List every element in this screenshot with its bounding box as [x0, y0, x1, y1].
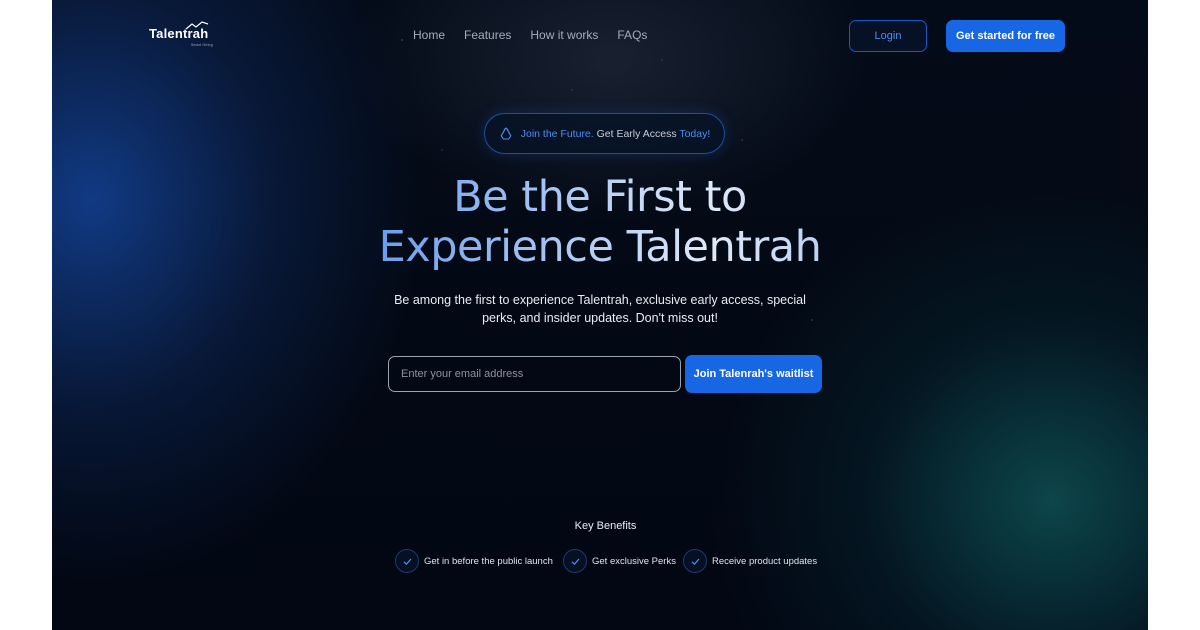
benefit-item: Get exclusive Perks [563, 548, 676, 574]
login-button[interactable]: Login [849, 20, 927, 52]
hero-subtitle: Be among the first to experience Talentr… [394, 293, 806, 325]
nav-item-features[interactable]: Features [464, 28, 511, 42]
early-access-badge: Join the Future. Get Early Access Today! [484, 113, 725, 154]
nav-item-faqs[interactable]: FAQs [617, 28, 647, 42]
nav-item-how-it-works[interactable]: How it works [530, 28, 598, 42]
get-started-button[interactable]: Get started for free [946, 20, 1065, 52]
benefit-label: Get in before the public launch [424, 555, 553, 567]
recycle-icon [500, 126, 512, 140]
hero-title: Be the First to Experience Talentrah [52, 172, 1148, 272]
benefit-label: Receive product updates [712, 555, 818, 567]
badge-text-part2: Get Early Access [596, 127, 677, 140]
check-icon [683, 549, 707, 573]
badge-text: Join the Future. Get Early Access Today! [521, 128, 711, 140]
email-field[interactable] [388, 356, 681, 392]
badge-text-part1: Join the Future. [520, 127, 594, 140]
join-waitlist-button[interactable]: Join Talenrah's waitlist [685, 355, 822, 393]
check-icon [563, 549, 587, 573]
hero-title-line2: Experience Talentrah [378, 222, 822, 272]
benefits-title: Key Benefits [574, 520, 637, 532]
badge-text-part3: Today! [679, 127, 711, 140]
benefit-label: Get exclusive Perks [592, 555, 676, 567]
benefit-item: Get in before the public launch [395, 548, 553, 574]
brand-tagline: Smart Hiring [191, 43, 213, 47]
hero-title-line1: Be the First to [453, 172, 747, 222]
trend-line-icon [185, 21, 209, 30]
page-frame: Talentrah Smart Hiring Home Features How… [52, 0, 1148, 630]
brand-logo[interactable]: Talentrah Smart Hiring [149, 21, 213, 47]
nav-item-home[interactable]: Home [413, 28, 445, 42]
check-icon [395, 549, 419, 573]
main-nav: Home Features How it works FAQs [413, 28, 647, 42]
benefit-item: Receive product updates [683, 548, 817, 574]
